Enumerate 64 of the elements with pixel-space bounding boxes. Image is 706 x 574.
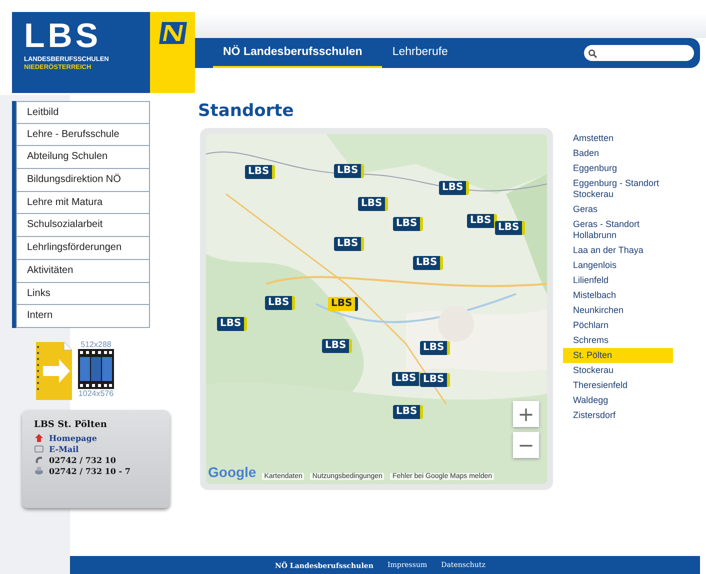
map-marker[interactable]: LBS <box>467 214 498 228</box>
sidebar-item[interactable]: Lehre - Berufsschule <box>16 124 150 146</box>
zoom-out-button[interactable]: − <box>513 432 539 458</box>
logo-title: LBS <box>24 20 101 52</box>
map-marker[interactable]: LBS <box>265 296 296 310</box>
location-link[interactable]: Amstetten <box>563 131 673 146</box>
logo-icon <box>158 20 188 46</box>
location-link[interactable]: Mistelbach <box>563 288 673 303</box>
location-link[interactable]: Theresienfeld <box>563 378 673 393</box>
map-marker[interactable]: LBS <box>420 373 450 387</box>
location-link[interactable]: Baden <box>563 146 673 161</box>
nav-tab[interactable]: NÖ Landesberufsschulen <box>213 38 382 68</box>
envelope-icon <box>34 444 44 454</box>
map-marker[interactable]: LBS <box>439 181 470 195</box>
zoom-in-button[interactable]: + <box>513 401 539 427</box>
location-link[interactable]: Geras - Standort Hollabrunn <box>563 217 673 243</box>
map-marker[interactable]: LBS <box>393 405 424 419</box>
map-marker[interactable]: LBS <box>495 221 526 235</box>
search-icon <box>588 48 597 58</box>
map-marker[interactable]: LBS <box>413 256 444 270</box>
contact-number: 02742 / 732 10 - 7 <box>49 466 130 476</box>
sidebar-item[interactable]: Abteilung Schulen <box>16 146 150 170</box>
map-marker[interactable]: LBS <box>358 197 388 211</box>
map-marker[interactable]: LBS <box>420 341 450 355</box>
map-brand: Google <box>208 464 256 480</box>
contact-link[interactable]: E-Mail <box>49 444 79 454</box>
nav-tab[interactable]: Lehrberufe <box>382 38 468 68</box>
location-link[interactable]: Eggenburg <box>563 161 673 176</box>
location-link[interactable]: Laa an der Thaya <box>563 243 673 258</box>
map-marker[interactable]: LBS <box>334 164 364 178</box>
contact-number: 02742 / 732 10 <box>49 455 116 466</box>
map-marker[interactable]: LBS <box>393 217 424 231</box>
location-link[interactable]: Lilienfeld <box>563 273 673 288</box>
page-title: Standorte <box>198 101 295 121</box>
sidebar-item[interactable]: Intern <box>16 305 150 328</box>
sidebar-item[interactable]: Lehre mit Matura <box>16 192 150 214</box>
pdf-download-icon <box>34 340 74 402</box>
location-link[interactable]: Neunkirchen <box>563 303 673 318</box>
map-marker[interactable]: LBS <box>322 339 352 353</box>
location-link[interactable]: Eggenburg - Standort Stockerau <box>563 176 673 202</box>
contact-link[interactable]: Homepage <box>49 433 97 444</box>
search-field[interactable] <box>584 45 694 61</box>
location-link[interactable]: Schrems <box>563 333 673 348</box>
map-marker[interactable]: LBS <box>217 317 248 331</box>
location-link[interactable]: Stockerau <box>563 363 673 378</box>
film-icon <box>78 348 114 389</box>
map-marker[interactable]: LBS <box>334 237 364 251</box>
location-link[interactable]: Geras <box>563 202 673 217</box>
sidebar-item[interactable]: Lehrlingsförderungen <box>16 237 150 260</box>
sidebar-item[interactable]: Bildungsdirektion NÖ <box>16 169 150 192</box>
sidebar-item[interactable]: Leitbild <box>16 101 150 124</box>
location-link[interactable]: Pöchlarn <box>563 318 673 333</box>
location-link[interactable]: St. Pölten <box>563 348 673 363</box>
phone-icon <box>34 455 44 466</box>
sidebar-item[interactable]: Aktivitäten <box>16 260 150 282</box>
map-marker[interactable]: LBS <box>392 372 422 386</box>
contact-title: LBS St. Pölten <box>34 420 108 430</box>
map-marker[interactable]: LBS <box>245 165 276 179</box>
map-marker[interactable]: LBS <box>328 297 358 311</box>
sidebar-item[interactable]: Schulsozialarbeit <box>16 214 150 238</box>
location-link[interactable]: Zistersdorf <box>563 408 673 423</box>
location-link[interactable]: Langenlois <box>563 258 673 273</box>
sidebar-item[interactable]: Links <box>16 282 150 306</box>
location-link[interactable]: Waldegg <box>563 393 673 408</box>
